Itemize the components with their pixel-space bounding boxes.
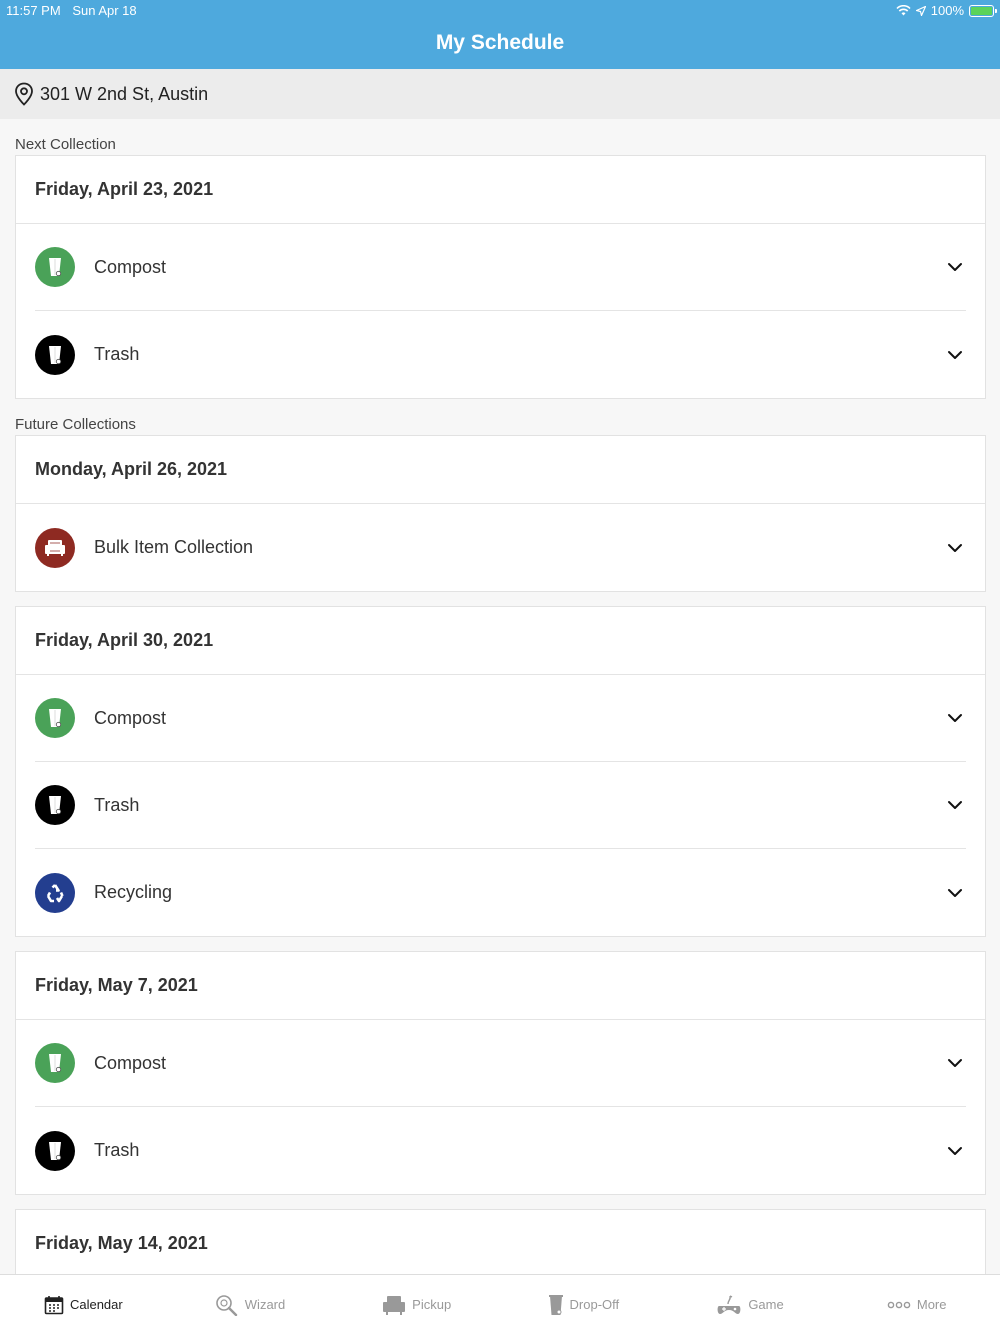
collection-item-label: Trash	[94, 794, 140, 815]
tab-bar: Calendar Wizard Pickup Drop-Off Game More	[0, 1274, 1000, 1334]
collection-item-compost[interactable]: Compost	[35, 224, 966, 311]
tab-more[interactable]: More	[833, 1275, 1000, 1334]
compost-bin-icon	[35, 247, 75, 287]
collection-item-label: Recycling	[94, 882, 173, 902]
collection-item-compost[interactable]: Compost	[35, 675, 966, 762]
trash-bin-icon	[35, 334, 75, 375]
collection-item-compost[interactable]: Compost	[35, 1020, 966, 1107]
collection-item-label: Trash	[94, 344, 140, 364]
wifi-icon	[896, 5, 911, 16]
collection-item-label: Bulk Item Collection	[94, 537, 254, 557]
status-date: Sun Apr 18	[72, 3, 137, 18]
address-text: 301 W 2nd St, Austin	[40, 83, 209, 104]
collection-item-trash[interactable]: Trash	[35, 1107, 966, 1194]
tab-label: Drop-Off	[569, 1297, 620, 1312]
section-label-next: Next Collection	[15, 136, 116, 153]
chevron-down-icon[interactable]	[944, 256, 966, 278]
collection-item-label: Compost	[94, 256, 167, 277]
wizard-search-icon	[215, 1294, 239, 1316]
bulk-item-couch-icon	[35, 527, 75, 568]
collection-date: Friday, May 14, 2021	[16, 1210, 985, 1274]
tab-label: Wizard	[244, 1297, 286, 1312]
chevron-down-icon[interactable]	[944, 794, 966, 816]
more-dots-icon	[887, 1301, 911, 1309]
collection-card: Friday, April 30, 2021 Compost Trash Recycl…	[15, 606, 986, 937]
collection-card: Friday, May 14, 2021	[15, 1209, 986, 1274]
chevron-down-icon[interactable]	[944, 344, 966, 366]
tab-label: Calendar	[69, 1297, 123, 1312]
page-title: My Schedule	[435, 31, 565, 54]
collection-date: Friday, April 23, 2021	[16, 156, 985, 224]
collection-item-bulk[interactable]: Bulk Item Collection	[35, 504, 966, 591]
recycling-icon	[35, 872, 75, 913]
tab-label: More	[916, 1297, 947, 1312]
trash-bin-icon	[35, 1130, 75, 1171]
chevron-down-icon[interactable]	[944, 1052, 966, 1074]
compost-bin-icon	[35, 698, 75, 738]
compost-bin-icon	[35, 1043, 75, 1083]
chevron-down-icon[interactable]	[944, 707, 966, 729]
tab-label: Game	[748, 1297, 784, 1312]
schedule-list[interactable]: Next Collection Friday, April 23, 2021 Co…	[0, 119, 1000, 1274]
pickup-couch-icon	[382, 1295, 406, 1315]
trash-bin-icon	[35, 785, 75, 825]
collection-item-label: Trash	[94, 1140, 140, 1160]
chevron-down-icon[interactable]	[944, 1140, 966, 1162]
collection-item-label: Compost	[94, 1052, 167, 1073]
address-bar[interactable]: 301 W 2nd St, Austin	[0, 69, 1000, 119]
tab-pickup[interactable]: Pickup	[333, 1275, 500, 1334]
collection-date: Friday, April 30, 2021	[16, 607, 985, 675]
tab-game[interactable]: Game	[667, 1275, 834, 1334]
status-bar: 11:57 PM Sun Apr 18 100%	[0, 0, 1000, 20]
collection-item-trash[interactable]: Trash	[35, 762, 966, 849]
collection-card: Monday, April 26, 2021 Bulk Item Collecti…	[15, 435, 986, 592]
collection-item-recycling[interactable]: Recycling	[35, 849, 966, 936]
dropoff-bin-icon	[548, 1294, 564, 1316]
status-time: 11:57 PM	[6, 3, 61, 18]
nav-bar: My Schedule	[0, 20, 1000, 69]
chevron-down-icon[interactable]	[944, 882, 966, 904]
tab-drop-off[interactable]: Drop-Off	[500, 1275, 667, 1334]
collection-item-label: Compost	[94, 707, 167, 728]
tab-calendar[interactable]: Calendar	[0, 1275, 167, 1334]
battery-percent: 100%	[930, 3, 964, 18]
collection-item-trash[interactable]: Trash	[35, 311, 966, 398]
collection-date: Friday, May 7, 2021	[16, 952, 985, 1020]
game-controller-icon	[716, 1294, 742, 1316]
collection-date: Monday, April 26, 2021	[16, 436, 985, 504]
collection-card: Friday, May 7, 2021 Compost Trash	[15, 951, 986, 1195]
collection-card: Friday, April 23, 2021 Compost Trash	[15, 155, 986, 399]
section-label-future: Future Collections	[15, 416, 136, 433]
location-arrow-icon	[915, 5, 926, 16]
battery-charging-icon	[969, 4, 997, 17]
map-pin-icon	[15, 82, 33, 106]
calendar-icon	[44, 1295, 64, 1315]
tab-wizard[interactable]: Wizard	[167, 1275, 334, 1334]
chevron-down-icon[interactable]	[944, 537, 966, 559]
tab-label: Pickup	[412, 1297, 452, 1312]
